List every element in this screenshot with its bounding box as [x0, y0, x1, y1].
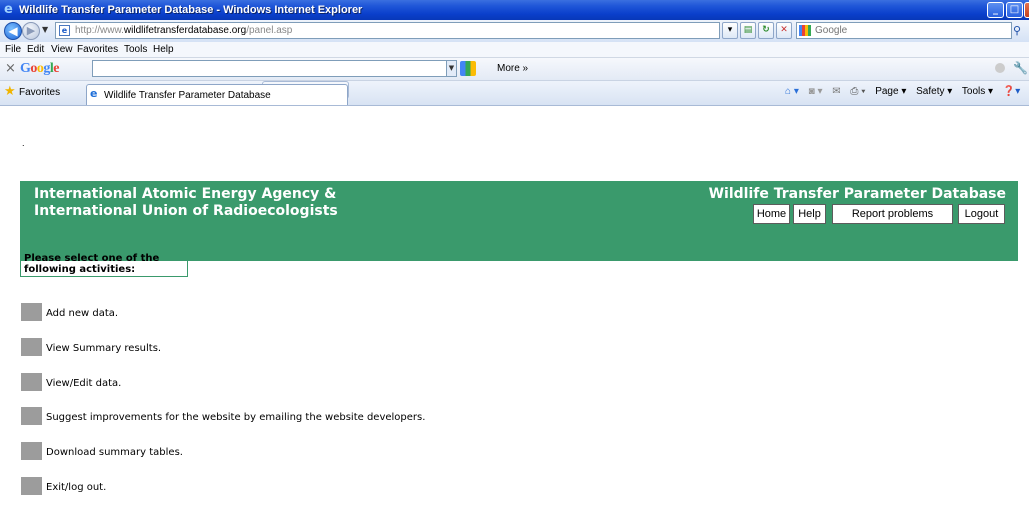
report-problems-button[interactable]: Report problems — [832, 204, 953, 224]
stray-dot: . — [22, 138, 25, 148]
google-search-provider-icon — [799, 25, 811, 36]
address-toolbar: ◀ ▶ ▼ e http://www.wildlifetransferdatab… — [0, 20, 1029, 42]
activity-prompt: Please select one of the following activ… — [20, 248, 188, 277]
menu-edit[interactable]: Edit — [27, 43, 44, 56]
search-input[interactable] — [815, 23, 1005, 38]
stop-icon[interactable]: ✕ — [776, 22, 792, 39]
activity-button[interactable] — [21, 338, 42, 356]
wrench-icon[interactable]: 🔧 — [1013, 61, 1028, 75]
refresh-icon[interactable]: ↻ — [758, 22, 774, 39]
home-icon[interactable]: ⌂ ▾ — [785, 86, 799, 97]
menu-help[interactable]: Help — [153, 43, 174, 56]
feeds-icon[interactable]: ◙ ▾ — [809, 86, 823, 97]
compatibility-view-icon[interactable]: ▤ — [740, 22, 756, 39]
tools-menu[interactable]: Tools ▾ — [962, 86, 993, 97]
address-bar[interactable]: e http://www.wildlifetransferdatabase.or… — [55, 22, 720, 39]
favorites-star-icon[interactable]: ★ — [4, 85, 16, 99]
activity-label: Download summary tables. — [46, 447, 183, 458]
safety-menu[interactable]: Safety ▾ — [916, 86, 952, 97]
read-mail-icon[interactable]: ✉ — [832, 86, 840, 97]
google-toolbar-search-input[interactable] — [92, 60, 447, 77]
page-icon: e — [59, 25, 70, 36]
back-button[interactable]: ◀ — [4, 22, 22, 40]
recent-pages-dropdown-icon[interactable]: ▼ — [42, 25, 48, 34]
activity-label: Suggest improvements for the website by … — [46, 412, 426, 423]
database-title: Wildlife Transfer Parameter Database — [708, 186, 1006, 202]
page-content: . International Atomic Energy Agency & I… — [0, 106, 1029, 522]
favorites-bar: ★ Favorites e Wildlife Transfer Paramete… — [0, 81, 1029, 106]
window-title: Wildlife Transfer Parameter Database - W… — [19, 4, 363, 16]
menu-view[interactable]: View — [51, 43, 73, 56]
page-menu[interactable]: Page ▾ — [875, 86, 906, 97]
activity-label: Add new data. — [46, 308, 119, 319]
command-bar: ⌂ ▾ ◙ ▾ ✉ ⎙ ▾ Page ▾ Safety ▾ Tools ▾ ❓▾ — [785, 85, 1027, 99]
close-window-button[interactable]: ✕ — [1024, 2, 1029, 18]
toolbar-status-icon[interactable] — [995, 63, 1005, 73]
menu-tools[interactable]: Tools — [124, 43, 147, 56]
help-button[interactable]: Help — [793, 204, 826, 224]
activity-label: Exit/log out. — [46, 482, 107, 493]
activity-button[interactable] — [21, 373, 42, 391]
help-icon[interactable]: ❓▾ — [1003, 86, 1020, 97]
activity-label: View Summary results. — [46, 343, 162, 354]
logout-button[interactable]: Logout — [958, 204, 1005, 224]
activity-button[interactable] — [21, 477, 42, 495]
forward-button[interactable]: ▶ — [22, 22, 40, 40]
google-search-button-icon[interactable] — [460, 61, 476, 76]
home-button[interactable]: Home — [753, 204, 790, 224]
more-button[interactable]: More » — [497, 62, 528, 76]
activity-button[interactable] — [21, 407, 42, 425]
close-toolbar-icon[interactable]: × — [5, 61, 16, 77]
google-logo: Google — [20, 61, 59, 76]
maximize-button[interactable]: □ — [1006, 2, 1023, 18]
url-text[interactable]: http://www.wildlifetransferdatabase.org/… — [75, 24, 292, 38]
print-icon[interactable]: ⎙ ▾ — [850, 86, 865, 97]
address-dropdown-icon[interactable]: ▾ — [722, 22, 738, 39]
activity-label: View/Edit data. — [46, 378, 122, 389]
activity-button[interactable] — [21, 303, 42, 321]
search-box[interactable] — [796, 22, 1012, 39]
window-title-bar[interactable]: e Wildlife Transfer Parameter Database -… — [0, 0, 1029, 20]
favorites-button[interactable]: Favorites — [19, 86, 60, 99]
search-dropdown-icon[interactable]: ▼ — [446, 60, 457, 77]
tab-active[interactable]: e Wildlife Transfer Parameter Database — [86, 84, 348, 105]
ie-page-icon: e — [90, 87, 98, 100]
org-name-line1: International Atomic Energy Agency & — [34, 186, 337, 202]
ie-logo-icon: e — [4, 2, 13, 17]
menu-bar: File Edit View Favorites Tools Help — [0, 42, 1029, 58]
google-toolbar: × Google ▼ More » 🔧 — [0, 58, 1029, 81]
menu-favorites[interactable]: Favorites — [77, 43, 118, 56]
activity-button[interactable] — [21, 442, 42, 460]
menu-file[interactable]: File — [5, 43, 21, 56]
search-icon[interactable]: ⚲ — [1013, 22, 1029, 39]
org-name-line2: International Union of Radioecologists — [34, 203, 338, 219]
tab-title: Wildlife Transfer Parameter Database — [104, 90, 271, 101]
minimize-button[interactable]: _ — [987, 2, 1004, 18]
